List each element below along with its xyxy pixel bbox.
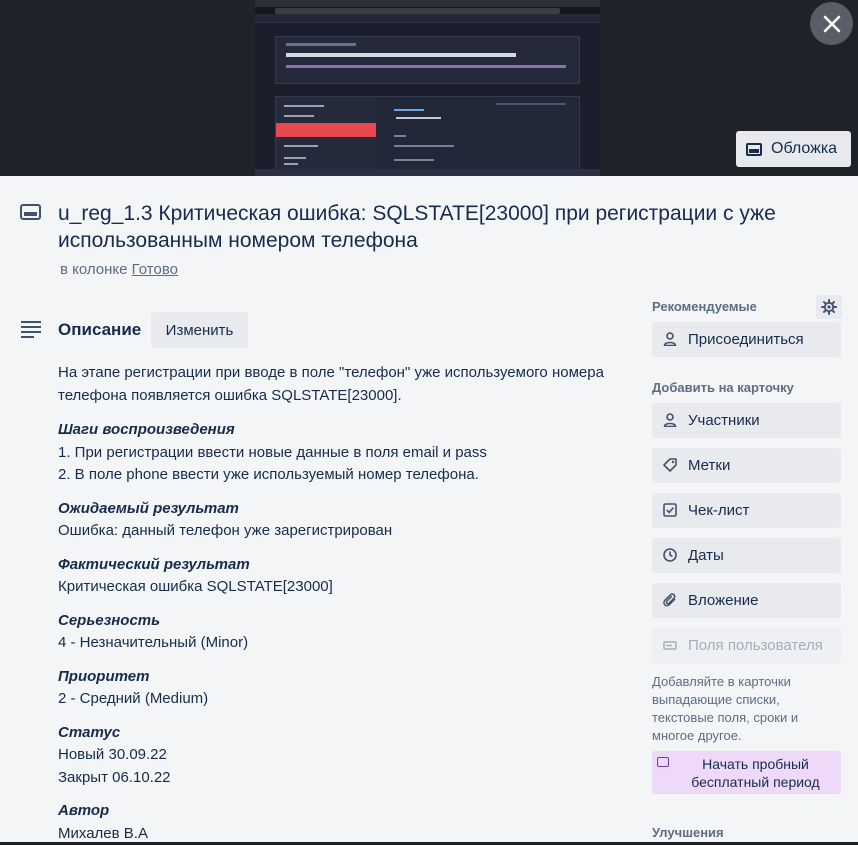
- card-cover-icon: [746, 142, 762, 156]
- attachment-button-label: Вложение: [688, 592, 759, 609]
- card-cover: Обложка: [0, 0, 858, 176]
- labels-button[interactable]: Метки: [652, 448, 841, 483]
- members-button[interactable]: Участники: [652, 403, 841, 438]
- description-body[interactable]: На этапе регистрации при вводе в поле "т…: [58, 362, 643, 845]
- improvements-label: Улучшения: [652, 825, 724, 840]
- clock-icon: [663, 548, 677, 562]
- person-icon: [663, 332, 677, 346]
- close-button[interactable]: [810, 2, 853, 45]
- join-button[interactable]: Присоединиться: [652, 322, 841, 357]
- checklist-button-label: Чек-лист: [688, 502, 750, 519]
- in-list-prefix: в колонке: [60, 261, 128, 278]
- cover-button-label: Обложка: [771, 140, 838, 157]
- custom-fields-button-label: Поля пользователя: [688, 637, 823, 654]
- actual-result: Критическая ошибка SQLSTATE[23000]: [58, 578, 333, 595]
- edit-description-button[interactable]: Изменить: [151, 312, 248, 348]
- status-line: Новый 30.09.22: [58, 746, 167, 763]
- recommended-label: Рекомендуемые: [652, 299, 757, 314]
- status-line: Закрыт 06.10.22: [58, 768, 171, 786]
- custom-fields-hint: Добавляйте в карточки выпадающие списки,…: [652, 674, 799, 743]
- actual-heading: Фактический результат: [58, 555, 250, 573]
- cover-image: [255, 0, 600, 176]
- description-icon: [21, 321, 41, 338]
- join-button-label: Присоединиться: [688, 331, 804, 348]
- dates-button-label: Даты: [688, 547, 724, 564]
- severity-value: 4 - Незначительный (Minor): [58, 634, 249, 651]
- close-icon: [823, 15, 840, 32]
- author-heading: Автор: [58, 802, 110, 819]
- members-button-label: Участники: [688, 412, 760, 429]
- tag-icon: [663, 458, 677, 472]
- start-trial-button[interactable]: Начать пробный бесплатный период: [652, 751, 841, 794]
- list-name-link[interactable]: Готово: [132, 261, 178, 278]
- priority-value: 2 - Средний (Medium): [58, 690, 209, 707]
- labels-button-label: Метки: [688, 457, 731, 474]
- dates-button[interactable]: Даты: [652, 538, 841, 573]
- step-item: 2. В поле phone ввести уже используемый …: [58, 466, 479, 483]
- cover-button[interactable]: Обложка: [736, 131, 851, 167]
- steps-heading: Шаги воспроизведения: [58, 421, 235, 438]
- card-title[interactable]: u_reg_1.3 Критическая ошибка: SQLSTATE[2…: [58, 200, 798, 254]
- priority-heading: Приоритет: [58, 667, 150, 685]
- in-list-info: в колонке Готово: [60, 261, 178, 278]
- status-heading: Статус: [58, 723, 121, 741]
- description-heading: Описание: [58, 320, 142, 339]
- briefcase-icon: [657, 757, 669, 767]
- paperclip-icon: [663, 593, 676, 607]
- custom-fields-button[interactable]: Поля пользователя: [652, 628, 841, 663]
- gear-icon: [821, 299, 837, 315]
- start-trial-label: Начать пробный бесплатный период: [691, 756, 820, 790]
- expected-heading: Ожидаемый результат: [58, 499, 239, 517]
- settings-button[interactable]: [816, 295, 842, 319]
- attachment-button[interactable]: Вложение: [652, 583, 841, 618]
- expected-result: Ошибка: данный телефон уже зарегистриров…: [58, 522, 393, 539]
- card-icon: [20, 204, 41, 220]
- checkbox-icon: [663, 503, 677, 517]
- severity-heading: Серьезность: [58, 611, 161, 629]
- checklist-button[interactable]: Чек-лист: [652, 493, 841, 528]
- add-to-card-label: Добавить на карточку: [652, 380, 794, 395]
- custom-fields-icon: [663, 641, 677, 650]
- description-intro: На этапе регистрации при вводе в поле "т…: [58, 364, 604, 404]
- person-icon: [663, 413, 677, 427]
- step-item: 1. При регистрации ввести новые данные в…: [58, 443, 487, 461]
